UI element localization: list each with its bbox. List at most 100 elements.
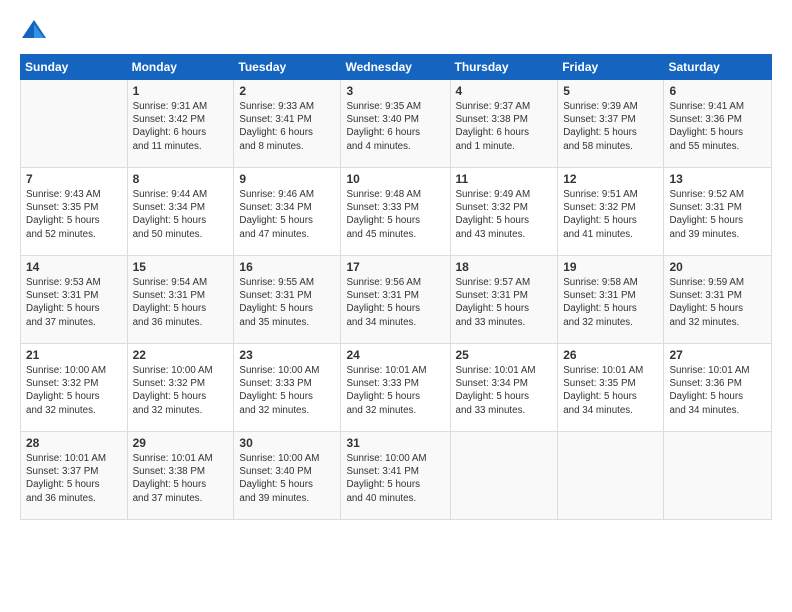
- calendar-cell: 10 Sunrise: 9:48 AM Sunset: 3:33 PM Dayli…: [341, 168, 450, 256]
- day-number: 11: [456, 172, 553, 186]
- calendar-cell: 3 Sunrise: 9:35 AM Sunset: 3:40 PM Daylig…: [341, 80, 450, 168]
- calendar-cell: 11 Sunrise: 9:49 AM Sunset: 3:32 PM Dayli…: [450, 168, 558, 256]
- week-row: 21 Sunrise: 10:00 AM Sunset: 3:32 PM Dayl…: [21, 344, 772, 432]
- day-info: Sunrise: 9:52 AM Sunset: 3:31 PM Dayligh…: [669, 188, 766, 241]
- day-info: Sunrise: 9:56 AM Sunset: 3:31 PM Dayligh…: [346, 276, 444, 329]
- day-number: 17: [346, 260, 444, 274]
- day-number: 23: [239, 348, 335, 362]
- day-number: 18: [456, 260, 553, 274]
- calendar-cell: 9 Sunrise: 9:46 AM Sunset: 3:34 PM Daylig…: [234, 168, 341, 256]
- calendar-cell: 17 Sunrise: 9:56 AM Sunset: 3:31 PM Dayli…: [341, 256, 450, 344]
- week-row: 1Sunrise: 9:31 AM Sunset: 3:42 PM Daylig…: [21, 80, 772, 168]
- day-info: Sunrise: 9:49 AM Sunset: 3:32 PM Dayligh…: [456, 188, 553, 241]
- calendar-cell: 29 Sunrise: 10:01 AM Sunset: 3:38 PM Dayl…: [127, 432, 234, 520]
- calendar-cell: 12Sunrise: 9:51 AM Sunset: 3:32 PM Dayli…: [558, 168, 664, 256]
- day-info: Sunrise: 9:31 AM Sunset: 3:42 PM Dayligh…: [133, 100, 229, 153]
- calendar-cell: 22 Sunrise: 10:00 AM Sunset: 3:32 PM Dayl…: [127, 344, 234, 432]
- day-number: 4: [456, 84, 553, 98]
- calendar-cell: 2Sunrise: 9:33 AM Sunset: 3:41 PM Daylig…: [234, 80, 341, 168]
- day-info: Sunrise: 10:00 AM Sunset: 3:32 PM Daylig…: [26, 364, 122, 417]
- calendar-cell: 16Sunrise: 9:55 AM Sunset: 3:31 PM Dayli…: [234, 256, 341, 344]
- calendar-cell: 15 Sunrise: 9:54 AM Sunset: 3:31 PM Dayli…: [127, 256, 234, 344]
- day-info: Sunrise: 10:00 AM Sunset: 3:33 PM Daylig…: [239, 364, 335, 417]
- calendar-cell: 4 Sunrise: 9:37 AM Sunset: 3:38 PM Daylig…: [450, 80, 558, 168]
- day-number: 13: [669, 172, 766, 186]
- calendar-body: 1Sunrise: 9:31 AM Sunset: 3:42 PM Daylig…: [21, 80, 772, 520]
- day-number: 12: [563, 172, 658, 186]
- calendar: SundayMondayTuesdayWednesdayThursdayFrid…: [20, 54, 772, 520]
- logo-icon: [20, 16, 48, 44]
- calendar-cell: 31Sunrise: 10:00 AM Sunset: 3:41 PM Dayl…: [341, 432, 450, 520]
- week-row: 14 Sunrise: 9:53 AM Sunset: 3:31 PM Dayli…: [21, 256, 772, 344]
- day-info: Sunrise: 10:01 AM Sunset: 3:34 PM Daylig…: [456, 364, 553, 417]
- day-number: 30: [239, 436, 335, 450]
- day-number: 15: [133, 260, 229, 274]
- day-info: Sunrise: 9:43 AM Sunset: 3:35 PM Dayligh…: [26, 188, 122, 241]
- day-info: Sunrise: 10:01 AM Sunset: 3:33 PM Daylig…: [346, 364, 444, 417]
- calendar-cell: 27 Sunrise: 10:01 AM Sunset: 3:36 PM Dayl…: [664, 344, 772, 432]
- day-info: Sunrise: 9:44 AM Sunset: 3:34 PM Dayligh…: [133, 188, 229, 241]
- day-number: 22: [133, 348, 229, 362]
- calendar-cell: 25 Sunrise: 10:01 AM Sunset: 3:34 PM Dayl…: [450, 344, 558, 432]
- weekday-header-thursday: Thursday: [450, 55, 558, 80]
- weekday-header-wednesday: Wednesday: [341, 55, 450, 80]
- day-number: 8: [133, 172, 229, 186]
- day-info: Sunrise: 9:39 AM Sunset: 3:37 PM Dayligh…: [563, 100, 658, 153]
- calendar-cell: 21 Sunrise: 10:00 AM Sunset: 3:32 PM Dayl…: [21, 344, 128, 432]
- header: [20, 16, 772, 44]
- day-info: Sunrise: 10:01 AM Sunset: 3:38 PM Daylig…: [133, 452, 229, 505]
- day-info: Sunrise: 10:01 AM Sunset: 3:35 PM Daylig…: [563, 364, 658, 417]
- weekday-header-saturday: Saturday: [664, 55, 772, 80]
- day-number: 27: [669, 348, 766, 362]
- day-info: Sunrise: 9:35 AM Sunset: 3:40 PM Dayligh…: [346, 100, 444, 153]
- calendar-cell: [450, 432, 558, 520]
- day-number: 6: [669, 84, 766, 98]
- weekday-header-sunday: Sunday: [21, 55, 128, 80]
- day-info: Sunrise: 10:01 AM Sunset: 3:37 PM Daylig…: [26, 452, 122, 505]
- day-info: Sunrise: 10:00 AM Sunset: 3:32 PM Daylig…: [133, 364, 229, 417]
- day-number: 29: [133, 436, 229, 450]
- day-info: Sunrise: 10:00 AM Sunset: 3:40 PM Daylig…: [239, 452, 335, 505]
- day-info: Sunrise: 9:37 AM Sunset: 3:38 PM Dayligh…: [456, 100, 553, 153]
- week-row: 7 Sunrise: 9:43 AM Sunset: 3:35 PM Daylig…: [21, 168, 772, 256]
- day-info: Sunrise: 9:53 AM Sunset: 3:31 PM Dayligh…: [26, 276, 122, 329]
- day-number: 14: [26, 260, 122, 274]
- calendar-cell: 13 Sunrise: 9:52 AM Sunset: 3:31 PM Dayli…: [664, 168, 772, 256]
- day-number: 2: [239, 84, 335, 98]
- weekday-row: SundayMondayTuesdayWednesdayThursdayFrid…: [21, 55, 772, 80]
- calendar-cell: 19Sunrise: 9:58 AM Sunset: 3:31 PM Dayli…: [558, 256, 664, 344]
- weekday-header-friday: Friday: [558, 55, 664, 80]
- calendar-cell: 26 Sunrise: 10:01 AM Sunset: 3:35 PM Dayl…: [558, 344, 664, 432]
- calendar-cell: 5 Sunrise: 9:39 AM Sunset: 3:37 PM Daylig…: [558, 80, 664, 168]
- day-info: Sunrise: 9:55 AM Sunset: 3:31 PM Dayligh…: [239, 276, 335, 329]
- logo: [20, 16, 52, 44]
- day-number: 21: [26, 348, 122, 362]
- day-info: Sunrise: 10:01 AM Sunset: 3:36 PM Daylig…: [669, 364, 766, 417]
- day-number: 9: [239, 172, 335, 186]
- calendar-cell: 6Sunrise: 9:41 AM Sunset: 3:36 PM Daylig…: [664, 80, 772, 168]
- day-number: 20: [669, 260, 766, 274]
- calendar-cell: 23 Sunrise: 10:00 AM Sunset: 3:33 PM Dayl…: [234, 344, 341, 432]
- day-number: 3: [346, 84, 444, 98]
- calendar-cell: 24 Sunrise: 10:01 AM Sunset: 3:33 PM Dayl…: [341, 344, 450, 432]
- calendar-cell: 7 Sunrise: 9:43 AM Sunset: 3:35 PM Daylig…: [21, 168, 128, 256]
- weekday-header-monday: Monday: [127, 55, 234, 80]
- day-number: 5: [563, 84, 658, 98]
- day-info: Sunrise: 9:58 AM Sunset: 3:31 PM Dayligh…: [563, 276, 658, 329]
- day-number: 26: [563, 348, 658, 362]
- day-number: 25: [456, 348, 553, 362]
- day-info: Sunrise: 9:54 AM Sunset: 3:31 PM Dayligh…: [133, 276, 229, 329]
- calendar-cell: [664, 432, 772, 520]
- calendar-cell: 20 Sunrise: 9:59 AM Sunset: 3:31 PM Dayli…: [664, 256, 772, 344]
- day-info: Sunrise: 9:48 AM Sunset: 3:33 PM Dayligh…: [346, 188, 444, 241]
- day-number: 24: [346, 348, 444, 362]
- day-info: Sunrise: 9:59 AM Sunset: 3:31 PM Dayligh…: [669, 276, 766, 329]
- page: SundayMondayTuesdayWednesdayThursdayFrid…: [0, 0, 792, 612]
- calendar-cell: 30 Sunrise: 10:00 AM Sunset: 3:40 PM Dayl…: [234, 432, 341, 520]
- day-number: 7: [26, 172, 122, 186]
- week-row: 28Sunrise: 10:01 AM Sunset: 3:37 PM Dayl…: [21, 432, 772, 520]
- weekday-header-tuesday: Tuesday: [234, 55, 341, 80]
- calendar-cell: 1Sunrise: 9:31 AM Sunset: 3:42 PM Daylig…: [127, 80, 234, 168]
- day-info: Sunrise: 9:46 AM Sunset: 3:34 PM Dayligh…: [239, 188, 335, 241]
- day-number: 10: [346, 172, 444, 186]
